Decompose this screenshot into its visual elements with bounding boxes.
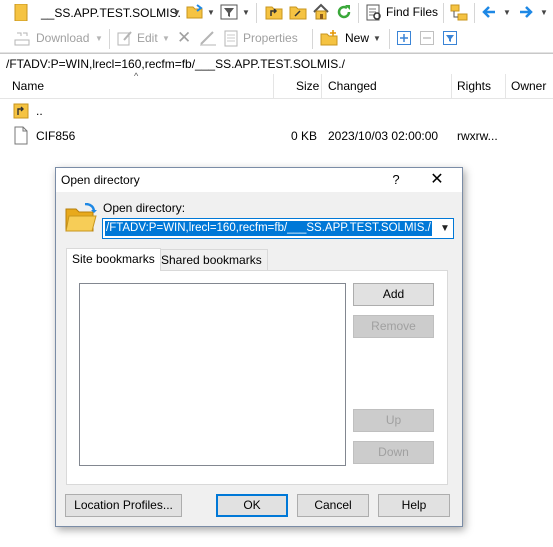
down-button[interactable]: Down: [353, 441, 434, 464]
tab-site-bookmarks[interactable]: Site bookmarks: [66, 248, 161, 271]
column-owner[interactable]: Owner: [511, 79, 546, 93]
location-profiles-button[interactable]: Location Profiles...: [65, 494, 182, 517]
cancel-button[interactable]: Cancel: [297, 494, 369, 517]
find-icon[interactable]: [366, 4, 382, 24]
toolbar-separator: [358, 3, 359, 23]
download-icon: [14, 31, 30, 49]
properties-icon: [224, 30, 238, 50]
properties-button[interactable]: Properties: [243, 31, 298, 45]
tab-shared-bookmarks[interactable]: Shared bookmarks: [155, 249, 268, 270]
file-name: ..: [36, 104, 43, 118]
chevron-down-icon[interactable]: ▼: [173, 8, 181, 17]
new-button[interactable]: New: [345, 31, 369, 45]
open-directory-label: Open directory:: [103, 201, 186, 215]
file-icon: [14, 126, 28, 148]
chevron-down-icon[interactable]: ▼: [540, 8, 548, 17]
column-name[interactable]: Name: [12, 79, 44, 93]
chevron-down-icon[interactable]: ▼: [95, 34, 103, 43]
back-arrow-icon[interactable]: [482, 6, 496, 21]
file-list-header: Name ^ Size Changed Rights Owner: [0, 71, 553, 99]
up-button[interactable]: Up: [353, 409, 434, 432]
toolbar-separator: [109, 29, 110, 49]
home-icon[interactable]: [312, 3, 330, 23]
file-name: CIF856: [36, 129, 76, 143]
file-rights: rwxrw...: [457, 129, 498, 143]
toolbar-separator: [443, 3, 444, 23]
open-folder-icon[interactable]: [186, 4, 204, 23]
ok-button[interactable]: OK: [216, 494, 288, 517]
file-row-cif856[interactable]: CIF856 0 KB 2023/10/03 02:00:00 rwxrw...: [0, 124, 553, 148]
close-icon[interactable]: ✕: [428, 169, 446, 189]
toolbar-actions: Download ▼ Edit ▼ ✕ Properties New ▼: [0, 25, 553, 53]
delete-button[interactable]: ✕: [177, 28, 191, 48]
tree-icon[interactable]: [450, 4, 468, 24]
dialog-titlebar[interactable]: Open directory ? ✕: [56, 168, 462, 192]
minus-icon[interactable]: [420, 31, 434, 48]
bookmarks-panel: Add Remove Up Down: [66, 270, 448, 485]
column-size[interactable]: Size: [296, 79, 319, 93]
chevron-down-icon[interactable]: ▼: [503, 8, 511, 17]
open-directory-combobox[interactable]: /FTADV:P=WIN,lrecl=160,recfm=fb/___SS.AP…: [102, 218, 454, 239]
filter-icon[interactable]: [220, 4, 238, 23]
current-path: /FTADV:P=WIN,lrecl=160,recfm=fb/___SS.AP…: [6, 57, 345, 71]
remove-button[interactable]: Remove: [353, 315, 434, 338]
chevron-down-icon[interactable]: ▼: [207, 8, 215, 17]
open-directory-input[interactable]: /FTADV:P=WIN,lrecl=160,recfm=fb/___SS.AP…: [105, 221, 432, 236]
help-title-button[interactable]: ?: [389, 172, 403, 187]
chevron-down-icon[interactable]: ▼: [162, 34, 170, 43]
edit-icon: [117, 30, 133, 49]
toolbar-separator: [256, 3, 257, 23]
rename-icon[interactable]: [199, 30, 217, 49]
add-button[interactable]: Add: [353, 283, 434, 306]
root-directory-icon[interactable]: [289, 4, 307, 23]
find-files-button[interactable]: Find Files: [386, 5, 438, 19]
file-row-parent[interactable]: ..: [0, 99, 553, 123]
folder-icon: [14, 3, 28, 24]
dialog-title: Open directory: [61, 173, 140, 187]
open-folder-icon: [65, 202, 97, 236]
toolbar-separator: [474, 3, 475, 23]
toolbar-main: __SS.APP.TEST.SOLMIS. ▼ ▼ ▼ Find Files ▼…: [0, 0, 553, 25]
sort-ascending-icon: ^: [134, 71, 139, 81]
new-folder-icon: [320, 30, 338, 49]
chevron-down-icon[interactable]: ▼: [373, 34, 381, 43]
current-path-bar[interactable]: /FTADV:P=WIN,lrecl=160,recfm=fb/___SS.AP…: [0, 53, 553, 75]
open-directory-dialog: Open directory ? ✕ Open directory: /FTAD…: [55, 167, 463, 527]
chevron-down-icon[interactable]: ▼: [437, 219, 453, 238]
plus-icon[interactable]: [397, 31, 411, 48]
forward-arrow-icon[interactable]: [519, 6, 533, 21]
parent-directory-icon[interactable]: [265, 4, 283, 23]
toolbar-separator: [312, 29, 313, 49]
select-filter-icon[interactable]: [443, 31, 457, 48]
file-changed: 2023/10/03 02:00:00: [328, 129, 439, 143]
column-rights[interactable]: Rights: [457, 79, 491, 93]
bookmarks-list[interactable]: [79, 283, 346, 466]
toolbar-separator: [389, 29, 390, 49]
file-size: 0 KB: [291, 129, 318, 143]
download-button[interactable]: Download: [36, 31, 89, 45]
remote-path-combo[interactable]: __SS.APP.TEST.SOLMIS.: [41, 6, 181, 20]
chevron-down-icon[interactable]: ▼: [242, 8, 250, 17]
edit-button[interactable]: Edit: [137, 31, 158, 45]
column-changed[interactable]: Changed: [328, 79, 377, 93]
help-button[interactable]: Help: [378, 494, 450, 517]
parent-folder-icon: [13, 103, 29, 122]
refresh-icon[interactable]: [335, 3, 353, 24]
